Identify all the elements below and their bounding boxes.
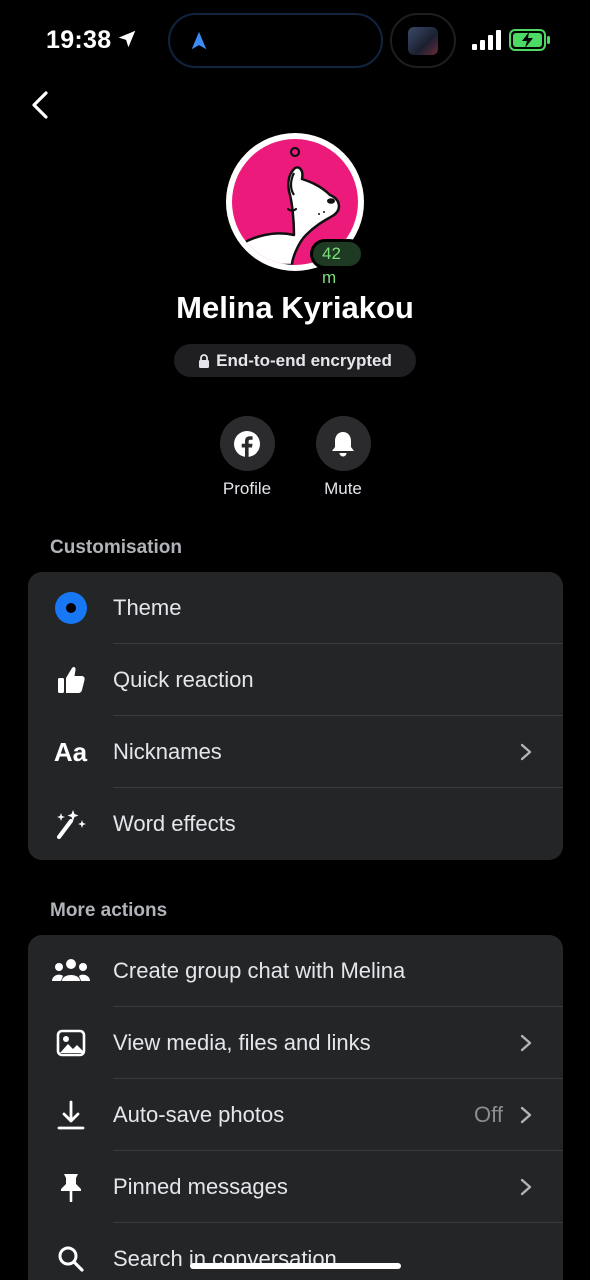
download-icon xyxy=(57,1100,84,1130)
list-item-search-conversation[interactable]: Search in conversation xyxy=(28,1223,563,1280)
search-icon xyxy=(58,1246,84,1272)
quick-reaction-label: Quick reaction xyxy=(113,666,254,692)
profile-button[interactable]: Profile xyxy=(207,416,287,499)
pin-icon xyxy=(60,1174,81,1202)
mute-button-circle xyxy=(315,416,371,471)
list-item-pinned-messages[interactable]: Pinned messages xyxy=(28,1151,563,1223)
customisation-card: Theme Quick reaction Aa Nicknames Word e… xyxy=(28,572,563,860)
chevron-right-icon xyxy=(520,1106,532,1123)
profile-label: Profile xyxy=(222,479,272,498)
list-item-word-effects[interactable]: Word effects xyxy=(28,788,563,860)
list-item-view-media[interactable]: View media, files and links xyxy=(28,1007,563,1079)
dynamic-island[interactable] xyxy=(168,13,383,68)
encryption-label: End-to-end encrypted xyxy=(216,350,392,370)
home-indicator[interactable] xyxy=(190,1263,401,1269)
navigation-arrow-icon xyxy=(191,31,207,50)
chevron-right-icon xyxy=(520,1178,532,1195)
more-actions-card: Create group chat with Melina View media… xyxy=(28,935,563,1280)
contact-avatar[interactable]: 42 m xyxy=(226,133,364,287)
pinned-messages-label: Pinned messages xyxy=(113,1173,288,1199)
media-thumbnail xyxy=(408,27,438,55)
lock-icon xyxy=(199,353,210,368)
image-icon xyxy=(56,1029,85,1057)
active-status-badge: 42 m xyxy=(310,239,364,287)
dynamic-island-activity[interactable] xyxy=(390,13,456,68)
thumbs-up-icon xyxy=(57,666,85,693)
word-effects-label: Word effects xyxy=(113,811,236,836)
nicknames-label: Nicknames xyxy=(113,738,222,764)
encryption-badge[interactable]: End-to-end encrypted xyxy=(174,344,416,377)
mute-button[interactable]: Mute xyxy=(303,416,383,499)
list-item-quick-reaction[interactable]: Quick reaction xyxy=(28,644,563,716)
list-item-create-group[interactable]: Create group chat with Melina xyxy=(28,935,563,1007)
group-icon xyxy=(51,959,90,981)
location-arrow-icon xyxy=(118,30,136,48)
list-item-theme[interactable]: Theme xyxy=(28,572,563,644)
profile-button-circle xyxy=(219,416,275,471)
list-item-nicknames[interactable]: Aa Nicknames xyxy=(28,716,563,788)
conversation-details-screen: 19:38 42 m Melina Kyriakou End-to-end en… xyxy=(0,0,590,1280)
chevron-right-icon xyxy=(520,1034,532,1051)
list-item-auto-save[interactable]: Auto-save photos Off xyxy=(28,1079,563,1151)
facebook-icon xyxy=(234,430,260,457)
auto-save-value: Off xyxy=(474,1101,503,1127)
contact-name: Melina Kyriakou xyxy=(176,290,414,325)
status-time: 19:38 xyxy=(46,26,112,54)
theme-label: Theme xyxy=(113,594,182,620)
bell-icon xyxy=(332,431,354,456)
sparkle-wand-icon xyxy=(56,810,86,839)
section-title-customisation: Customisation xyxy=(50,537,182,558)
section-title-more-actions: More actions xyxy=(50,900,168,921)
mute-label: Mute xyxy=(324,479,362,498)
create-group-label: Create group chat with Melina xyxy=(113,957,406,983)
battery-charging-icon xyxy=(509,29,550,51)
view-media-label: View media, files and links xyxy=(113,1029,371,1055)
cellular-signal-icon xyxy=(472,30,501,50)
auto-save-label: Auto-save photos xyxy=(113,1101,285,1127)
chevron-right-icon xyxy=(520,743,532,760)
back-button[interactable] xyxy=(24,88,58,122)
aa-text-icon: Aa xyxy=(53,736,88,767)
theme-dot-icon xyxy=(54,592,87,624)
